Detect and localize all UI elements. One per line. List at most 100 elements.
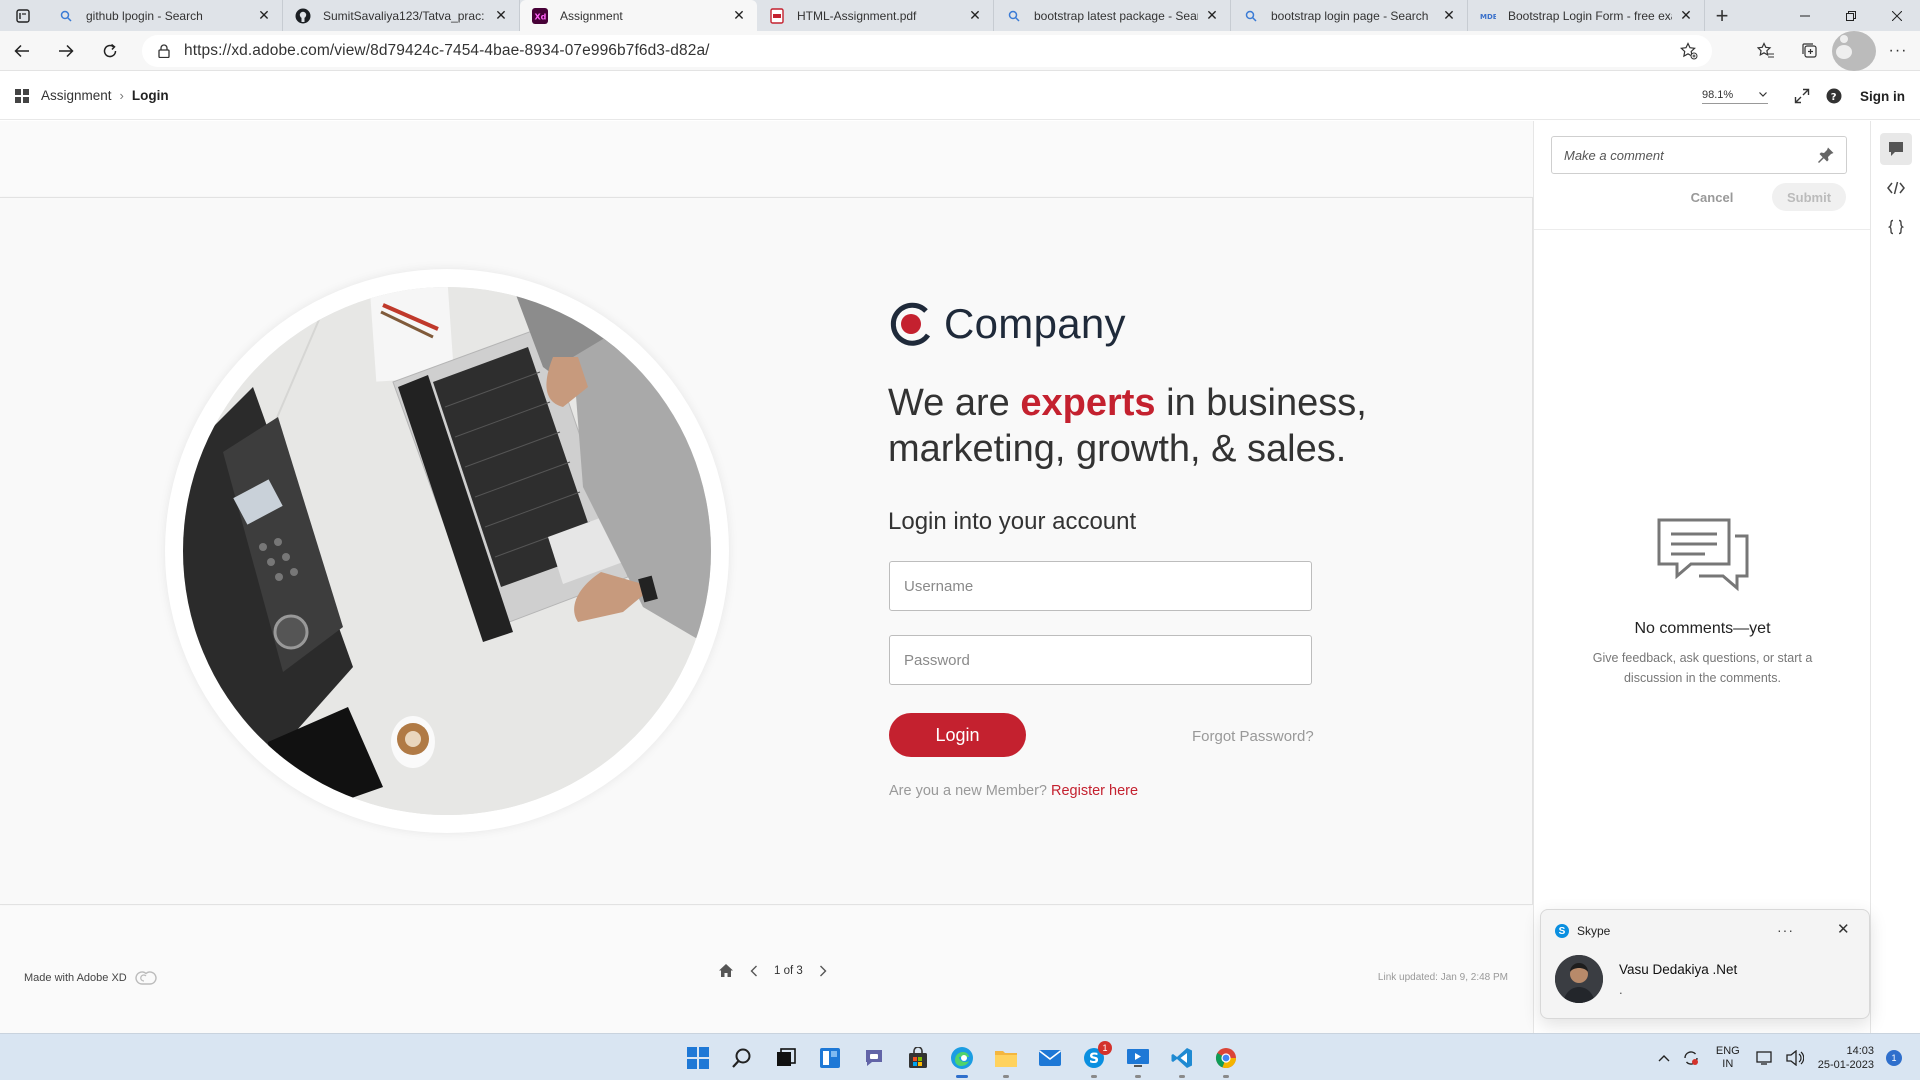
cancel-comment-button[interactable]: Cancel — [1682, 183, 1742, 211]
tab-close-button[interactable]: ✕ — [1204, 7, 1220, 24]
login-button[interactable]: Login — [889, 713, 1026, 757]
skype-taskbar-button[interactable]: S 1 — [1072, 1034, 1116, 1080]
sign-in-link[interactable]: Sign in — [1860, 89, 1905, 104]
tab-close-button[interactable]: ✕ — [731, 7, 747, 24]
breadcrumb-current: Login — [131, 88, 169, 103]
comment-input[interactable] — [1551, 136, 1847, 174]
tab-close-button[interactable]: ✕ — [493, 7, 509, 24]
pdf-icon — [769, 7, 785, 24]
fullscreen-button[interactable] — [1786, 88, 1818, 104]
skype-notification[interactable]: S Skype ··· ✕ Vasu Dedakiya .Net . — [1540, 909, 1870, 1019]
refresh-icon — [103, 43, 117, 57]
remote-desktop-button[interactable] — [1116, 1034, 1160, 1080]
sync-status-button[interactable] — [1682, 1049, 1700, 1067]
svg-text:MDB: MDB — [1480, 13, 1496, 21]
forgot-password-link[interactable]: Forgot Password? — [1192, 728, 1314, 745]
back-button[interactable] — [0, 31, 44, 71]
input-language-button[interactable]: ENG IN — [1716, 1045, 1740, 1071]
start-button[interactable] — [676, 1034, 720, 1080]
forward-button[interactable] — [44, 31, 88, 71]
help-button[interactable]: ? — [1818, 88, 1850, 104]
taskbar-search-button[interactable] — [720, 1034, 764, 1080]
clock-date: 25-01-2023 — [1817, 1058, 1874, 1071]
add-favorite-icon[interactable] — [1680, 42, 1698, 60]
mail-icon — [1039, 1049, 1061, 1066]
comments-tab-button[interactable] — [1880, 133, 1912, 165]
address-bar[interactable]: https://xd.adobe.com/view/8d79424c-7454-… — [142, 35, 1712, 67]
next-page-button[interactable] — [819, 965, 827, 977]
tab-title: SumitSavaliya123/Tatva_prac: Th — [323, 8, 487, 23]
lock-icon — [158, 44, 170, 58]
code-tab-button[interactable] — [1880, 172, 1912, 204]
show-hidden-icons-button[interactable] — [1658, 1054, 1670, 1062]
tab-close-button[interactable]: ✕ — [1678, 7, 1694, 24]
teams-chat-button[interactable] — [852, 1034, 896, 1080]
tab-html-assignment-pdf[interactable]: HTML-Assignment.pdf ✕ — [757, 0, 994, 31]
browser-menu-button[interactable]: ··· — [1876, 31, 1920, 71]
url-text: https://xd.adobe.com/view/8d79424c-7454-… — [184, 42, 710, 59]
pin-icon[interactable] — [1817, 146, 1835, 164]
tab-title: bootstrap login page - Search — [1271, 8, 1429, 23]
curly-braces-icon — [1888, 219, 1904, 235]
widgets-button[interactable] — [808, 1034, 852, 1080]
edge-taskbar-button[interactable] — [940, 1034, 984, 1080]
collections-button[interactable] — [1788, 31, 1832, 71]
new-tab-button[interactable]: + — [1705, 0, 1739, 31]
task-view-icon — [777, 1047, 796, 1066]
tab-bootstrap-login-search[interactable]: bootstrap login page - Search ✕ — [1231, 0, 1468, 31]
speaker-icon — [1786, 1049, 1804, 1066]
tab-close-button[interactable]: ✕ — [256, 7, 272, 24]
volume-button[interactable] — [1786, 1049, 1804, 1066]
tab-assignment[interactable]: Xd Assignment ✕ — [520, 0, 757, 31]
arrow-right-icon — [59, 44, 74, 57]
notification-more-button[interactable]: ··· — [1777, 922, 1794, 938]
file-explorer-button[interactable] — [984, 1034, 1028, 1080]
browser-toolbar: https://xd.adobe.com/view/8d79424c-7454-… — [0, 31, 1920, 71]
window-controls — [1782, 0, 1920, 31]
search-icon — [732, 1048, 751, 1068]
favorites-button[interactable] — [1744, 31, 1788, 71]
username-input[interactable] — [889, 561, 1312, 611]
profile-avatar-icon — [1832, 31, 1876, 71]
network-button[interactable] — [1756, 1050, 1774, 1066]
task-view-button[interactable] — [764, 1034, 808, 1080]
artboard-pager: 1 of 3 — [710, 963, 835, 978]
clock-button[interactable]: 14:03 25-01-2023 — [1818, 1044, 1874, 1072]
chrome-button[interactable] — [1204, 1034, 1248, 1080]
tab-bootstrap-login-form[interactable]: MDB Bootstrap Login Form - free exa ✕ — [1468, 0, 1705, 31]
empty-state-title: No comments—yet — [1634, 620, 1771, 637]
register-link[interactable]: Register here — [1051, 783, 1138, 799]
password-input[interactable] — [889, 635, 1312, 685]
chrome-icon — [1215, 1047, 1236, 1068]
tab-github-repo[interactable]: SumitSavaliya123/Tatva_prac: Th ✕ — [283, 0, 520, 31]
home-button[interactable] — [718, 963, 734, 978]
notification-center-button[interactable]: 1 — [1886, 1049, 1902, 1066]
tab-bootstrap-package-search[interactable]: bootstrap latest package - Searc ✕ — [994, 0, 1231, 31]
breadcrumb: Assignment › Login — [41, 88, 169, 103]
tab-github-search[interactable]: github lpogin - Search ✕ — [46, 0, 283, 31]
tab-close-button[interactable]: ✕ — [967, 7, 983, 24]
breadcrumb-parent[interactable]: Assignment — [41, 88, 112, 103]
refresh-button[interactable] — [88, 31, 132, 71]
restore-button[interactable] — [1828, 0, 1874, 31]
specs-tab-button[interactable] — [1880, 211, 1912, 243]
restore-icon — [1846, 10, 1856, 21]
grid-view-icon[interactable] — [15, 88, 29, 103]
zoom-dropdown[interactable]: 98.1% — [1702, 89, 1768, 104]
vscode-button[interactable] — [1160, 1034, 1204, 1080]
made-with-adobe-xd[interactable]: Made with Adobe XD — [24, 971, 157, 985]
microsoft-store-button[interactable] — [896, 1034, 940, 1080]
search-icon — [58, 8, 74, 24]
tab-close-button[interactable]: ✕ — [1441, 7, 1457, 24]
minimize-button[interactable] — [1782, 0, 1828, 31]
profile-button[interactable] — [1832, 31, 1876, 71]
close-window-button[interactable] — [1874, 0, 1920, 31]
mail-button[interactable] — [1028, 1034, 1072, 1080]
submit-comment-button[interactable]: Submit — [1772, 183, 1846, 211]
favorites-icon — [1757, 42, 1774, 58]
tab-actions-button[interactable] — [0, 0, 46, 31]
notification-close-button[interactable]: ✕ — [1837, 920, 1850, 938]
collections-icon — [1802, 43, 1817, 58]
previous-page-button[interactable] — [750, 965, 758, 977]
sender-avatar — [1555, 955, 1603, 1003]
